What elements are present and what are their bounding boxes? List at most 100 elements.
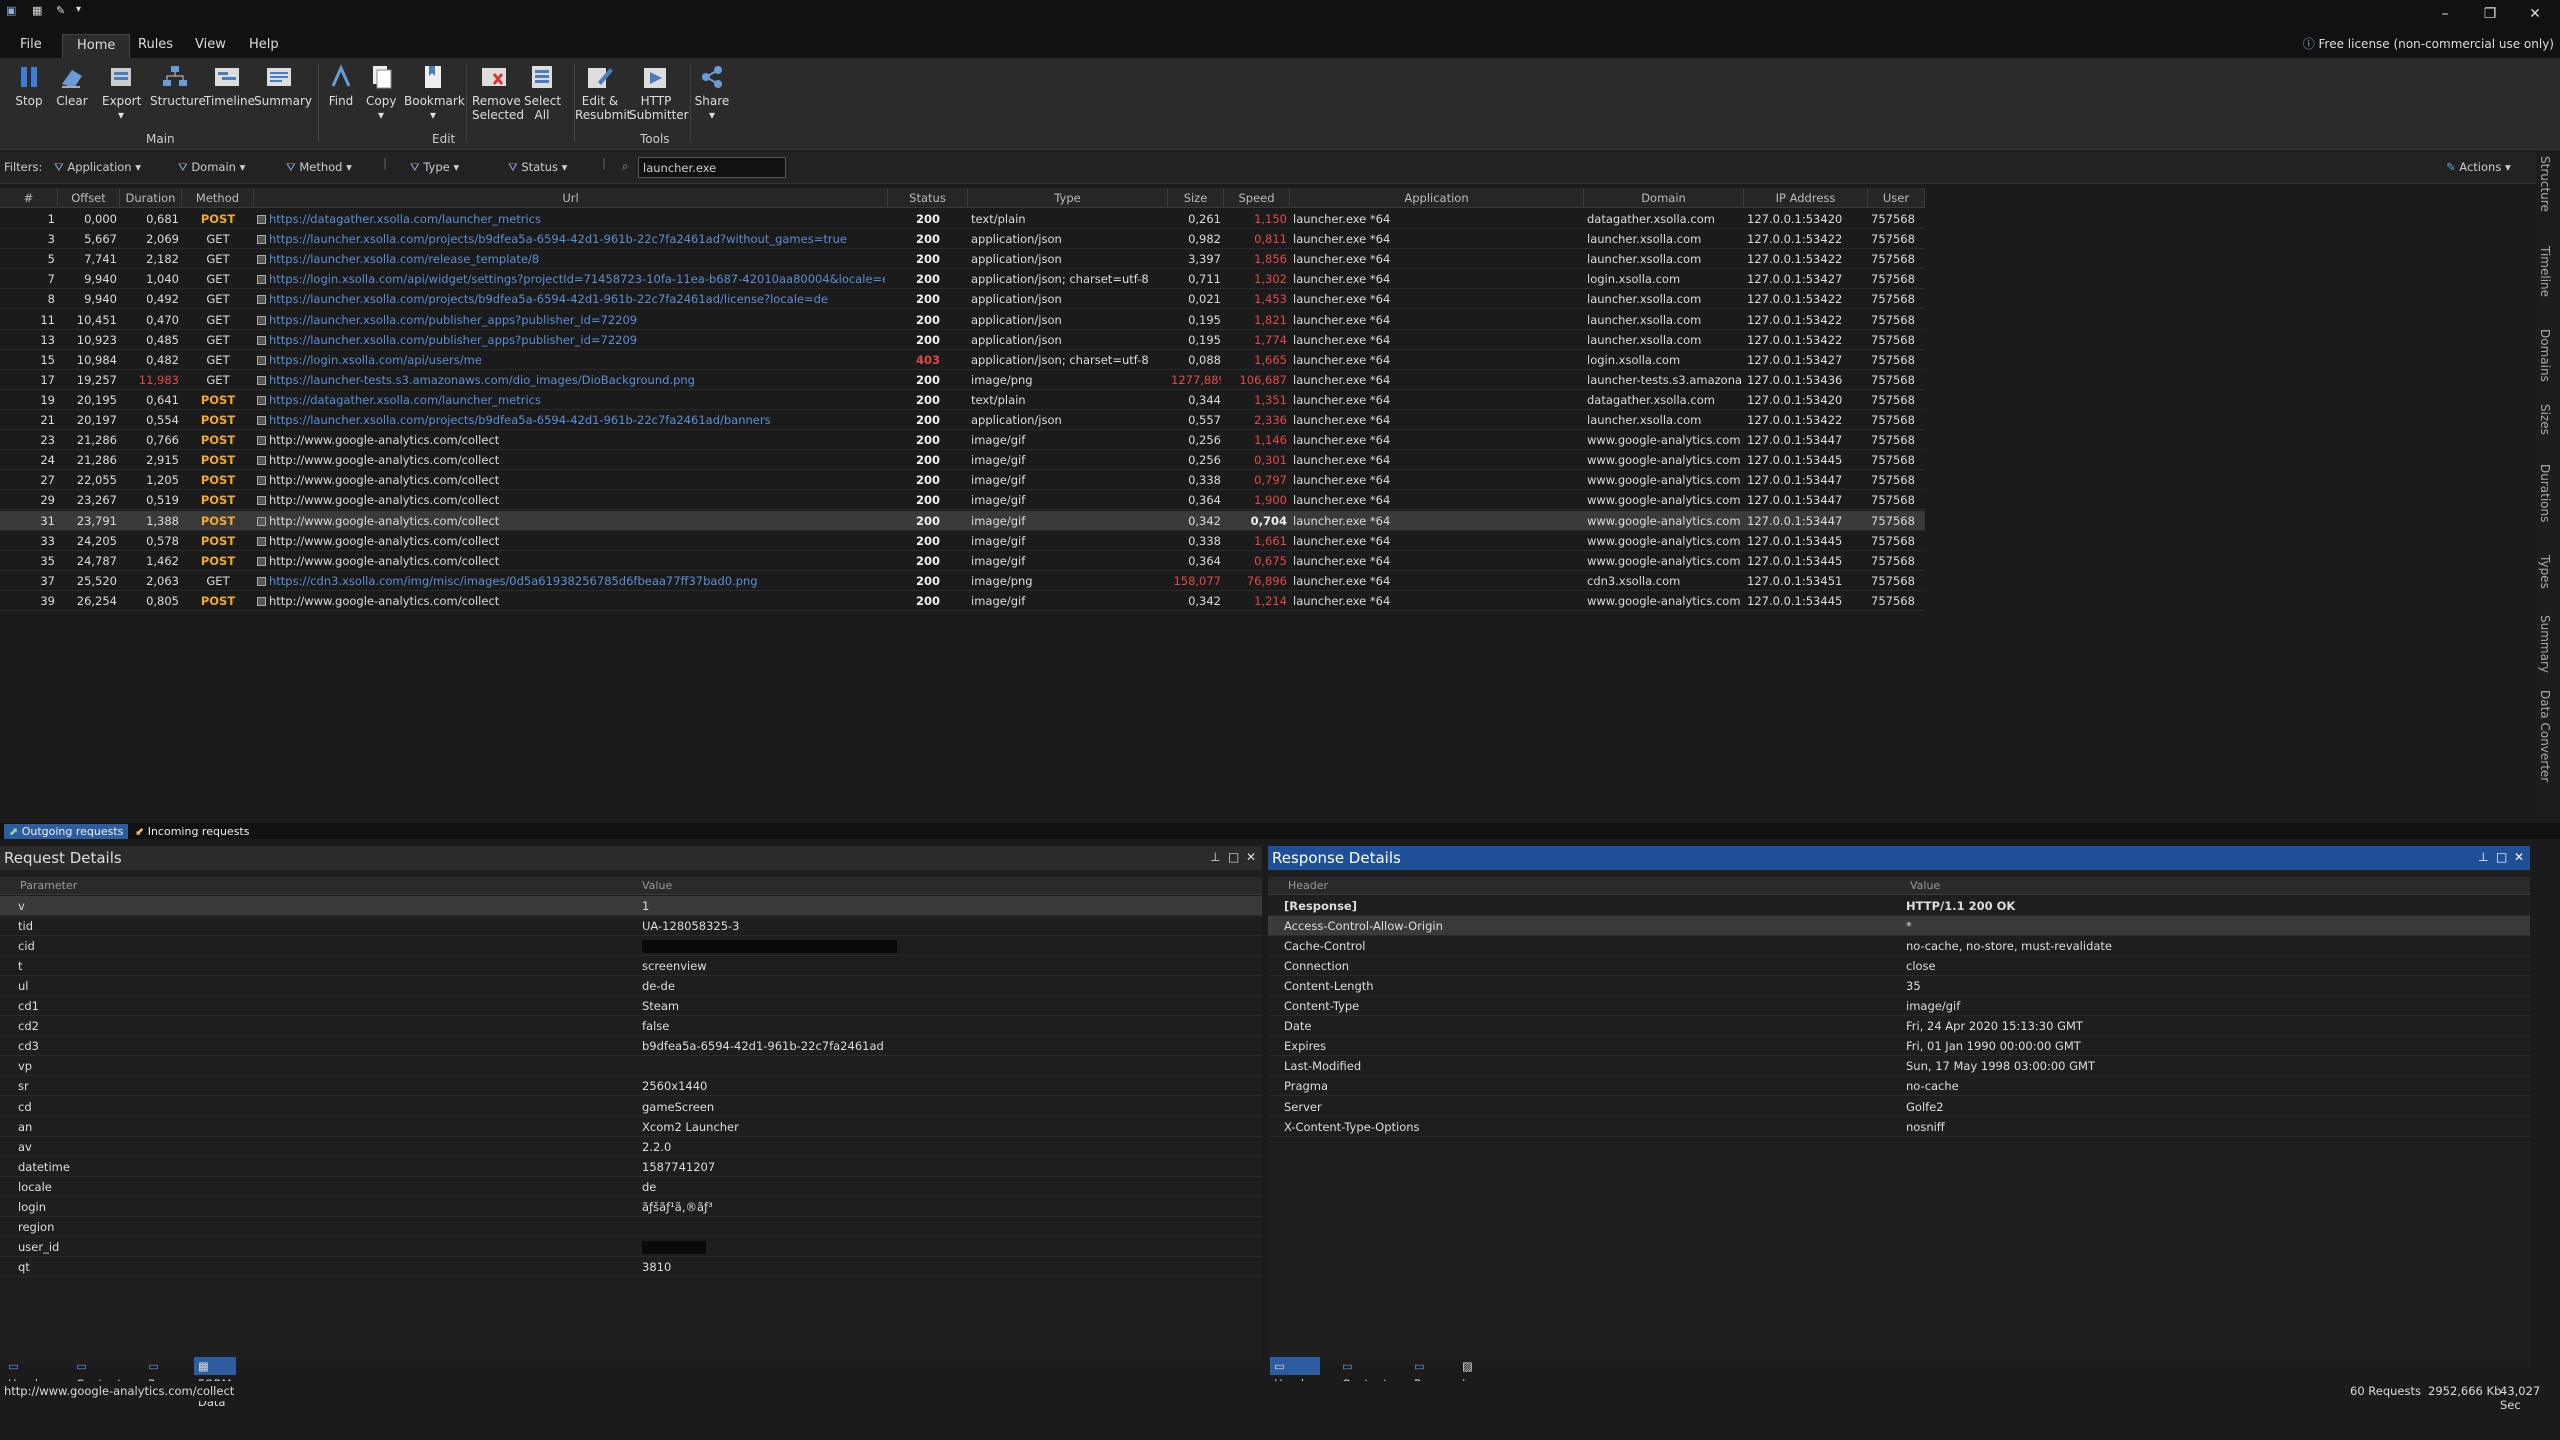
menu-home[interactable]: Home xyxy=(62,34,131,58)
session-row[interactable]: 19 20,195 0,641 POST https://datagather.xsol… xyxy=(0,390,1925,410)
column-header-st[interactable]: Status xyxy=(888,188,968,208)
session-row[interactable]: 1 0,000 0,681 POST https://datagather.xsolla… xyxy=(0,209,1925,229)
request-tab-raw[interactable]: ▭ Raw xyxy=(144,1357,176,1391)
side-tab-sizes[interactable]: Sizes xyxy=(2538,404,2552,435)
pin-icon[interactable]: ⊥ xyxy=(2478,850,2488,864)
session-row[interactable]: 29 23,267 0,519 POST http://www.google-analy… xyxy=(0,490,1925,511)
session-row[interactable]: 13 10,923 0,485 GET https://launcher.xsolla.… xyxy=(0,330,1925,350)
value-column-header[interactable]: Value xyxy=(642,877,672,895)
request-param-row[interactable]: sr 2560x1440 xyxy=(0,1076,1262,1097)
session-row[interactable]: 5 7,741 2,182 GET https://launcher.xsolla.co… xyxy=(0,249,1925,270)
request-param-row[interactable]: an Xcom2 Launcher xyxy=(0,1117,1262,1137)
session-row[interactable]: 35 24,787 1,462 POST http://www.google-analy… xyxy=(0,551,1925,571)
session-row[interactable]: 39 26,254 0,805 POST http://www.google-analy… xyxy=(0,591,1925,611)
request-tab-form-data[interactable]: ▦ FORM Data xyxy=(194,1357,236,1409)
response-header-row[interactable]: Pragma no-cache xyxy=(1268,1076,2530,1097)
request-param-row[interactable]: qt 3810 xyxy=(0,1257,1262,1277)
request-param-row[interactable]: ul de-de xyxy=(0,976,1262,997)
side-tab-durations[interactable]: Durations xyxy=(2538,464,2552,522)
minimize-button[interactable]: – xyxy=(2430,4,2460,24)
timeline-button[interactable]: Timeline xyxy=(204,64,255,108)
maximize-icon[interactable]: □ xyxy=(2496,850,2507,864)
select-all-button[interactable]: Select All xyxy=(522,64,562,122)
session-row[interactable]: 7 9,940 1,040 GET https://login.xsolla.com/a… xyxy=(0,269,1925,290)
stop-button[interactable]: Stop xyxy=(14,64,44,108)
request-param-row[interactable]: vp xyxy=(0,1056,1262,1077)
menu-rules[interactable]: Rules xyxy=(124,34,187,58)
close-window-button[interactable]: ✕ xyxy=(2520,4,2550,24)
column-header-ip[interactable]: IP Address xyxy=(1744,188,1868,208)
http-submitter-button[interactable]: HTTP Submitter xyxy=(628,64,689,122)
request-param-row[interactable]: t screenview xyxy=(0,956,1262,977)
column-header-m[interactable]: Method xyxy=(182,188,254,208)
request-param-row[interactable]: datetime 1587741207 xyxy=(0,1157,1262,1177)
column-header-n[interactable]: # xyxy=(0,188,58,208)
session-row[interactable]: 23 21,286 0,766 POST http://www.google-analy… xyxy=(0,430,1925,451)
column-header-dom[interactable]: Domain xyxy=(1584,188,1744,208)
maximize-icon[interactable]: □ xyxy=(1228,850,1239,864)
request-param-row[interactable]: av 2.2.0 xyxy=(0,1137,1262,1157)
request-param-row[interactable]: cd1 Steam xyxy=(0,996,1262,1017)
menu-help[interactable]: Help xyxy=(235,34,293,58)
structure-button[interactable]: Structure xyxy=(150,64,206,108)
session-row[interactable]: 21 20,197 0,554 POST https://launcher.xsolla… xyxy=(0,410,1925,430)
response-header-row[interactable]: Cache-Control no-cache, no-store, must-re… xyxy=(1268,936,2530,957)
response-tab-content[interactable]: ▭ Content xyxy=(1338,1357,1392,1391)
find-button[interactable]: Find xyxy=(326,64,356,108)
response-tab-raw[interactable]: ▭ Raw xyxy=(1410,1357,1442,1391)
column-header-size[interactable]: Size xyxy=(1168,188,1224,208)
session-row[interactable]: 17 19,257 11,983 GET https://launcher-tests.… xyxy=(0,370,1925,390)
filter-method[interactable]: ⛛ Method ▾ xyxy=(286,160,352,175)
response-tab-header[interactable]: ▭ Header xyxy=(1270,1357,1320,1391)
request-param-row[interactable]: cd2 false xyxy=(0,1016,1262,1037)
value-column-header[interactable]: Value xyxy=(1910,877,1940,895)
bookmark-button[interactable]: Bookmark ▾ xyxy=(404,64,465,122)
request-tab-content[interactable]: ▭ Content xyxy=(72,1357,126,1391)
close-pane-icon[interactable]: ✕ xyxy=(1246,850,1256,864)
column-header-url[interactable]: Url xyxy=(254,188,888,208)
column-header-speed[interactable]: Speed xyxy=(1224,188,1290,208)
response-header-row[interactable]: Access-Control-Allow-Origin * xyxy=(1268,916,2530,937)
menu-file[interactable]: File xyxy=(6,34,56,58)
session-row[interactable]: 11 10,451 0,470 GET https://launcher.xsolla.… xyxy=(0,310,1925,330)
export-button[interactable]: Export ▾ xyxy=(102,64,141,122)
filter-search-input[interactable] xyxy=(638,157,786,178)
side-tab-domains[interactable]: Domains xyxy=(2538,329,2552,382)
filter-application[interactable]: ⛛ Application ▾ xyxy=(54,160,141,175)
request-tab-header[interactable]: ▭ Header xyxy=(4,1357,54,1391)
request-param-row[interactable]: tid UA-128058325-3 xyxy=(0,916,1262,937)
close-pane-icon[interactable]: ✕ xyxy=(2514,850,2524,864)
response-header-row[interactable]: Connection close xyxy=(1268,956,2530,977)
summary-button[interactable]: Summary xyxy=(254,64,312,108)
outgoing-requests-tab[interactable]: ⬈ Outgoing requests xyxy=(4,824,129,839)
response-header-row[interactable]: Last-Modified Sun, 17 May 1998 03:00:00 G… xyxy=(1268,1056,2530,1077)
response-header-row[interactable]: Server Golfe2 xyxy=(1268,1097,2530,1117)
request-param-row[interactable]: cd gameScreen xyxy=(0,1097,1262,1117)
session-row[interactable]: 37 25,520 2,063 GET https://cdn3.xsolla.com/… xyxy=(0,571,1925,591)
session-row[interactable]: 31 23,791 1,388 POST http://www.google-analy… xyxy=(0,510,1925,531)
quick-dropdown-icon[interactable]: ▾ xyxy=(76,4,90,18)
filter-domain[interactable]: ⛛ Domain ▾ xyxy=(178,160,245,175)
actions-button[interactable]: ✎ Actions ▾ xyxy=(2446,160,2511,174)
copy-button[interactable]: Copy ▾ xyxy=(366,64,396,122)
response-header-row[interactable]: [Response] HTTP/1.1 200 OK xyxy=(1268,896,2530,916)
request-param-row[interactable]: login ãƒšãƒ¹ã‚®ãƒ³ xyxy=(0,1197,1262,1217)
column-header-dur[interactable]: Duration xyxy=(120,188,182,208)
side-tab-data-converter[interactable]: Data Converter xyxy=(2538,690,2552,782)
request-param-row[interactable]: region xyxy=(0,1217,1262,1237)
header-column-header[interactable]: Header xyxy=(1288,877,1328,895)
menu-view[interactable]: View xyxy=(181,34,240,58)
incoming-requests-tab[interactable]: ⬋ Incoming requests xyxy=(130,824,254,839)
response-header-row[interactable]: Content-Length 35 xyxy=(1268,976,2530,997)
quick-tool-icon[interactable]: ✎ xyxy=(56,4,70,18)
response-header-row[interactable]: X-Content-Type-Options nosniff xyxy=(1268,1117,2530,1137)
parameter-column-header[interactable]: Parameter xyxy=(20,877,77,895)
session-row[interactable]: 3 5,667 2,069 GET https://launcher.xsolla.co… xyxy=(0,229,1925,250)
quick-save-icon[interactable]: ▦ xyxy=(32,4,46,18)
column-header-app[interactable]: Application xyxy=(1290,188,1584,208)
request-param-row[interactable]: cid xyxy=(0,936,1262,957)
restore-button[interactable]: ❐ xyxy=(2475,4,2505,24)
pin-icon[interactable]: ⊥ xyxy=(1210,850,1220,864)
session-row[interactable]: 8 9,940 0,492 GET https://launcher.xsolla.co… xyxy=(0,289,1925,310)
license-notice[interactable]: ⓘ Free license (non-commercial use only) xyxy=(2303,35,2554,52)
